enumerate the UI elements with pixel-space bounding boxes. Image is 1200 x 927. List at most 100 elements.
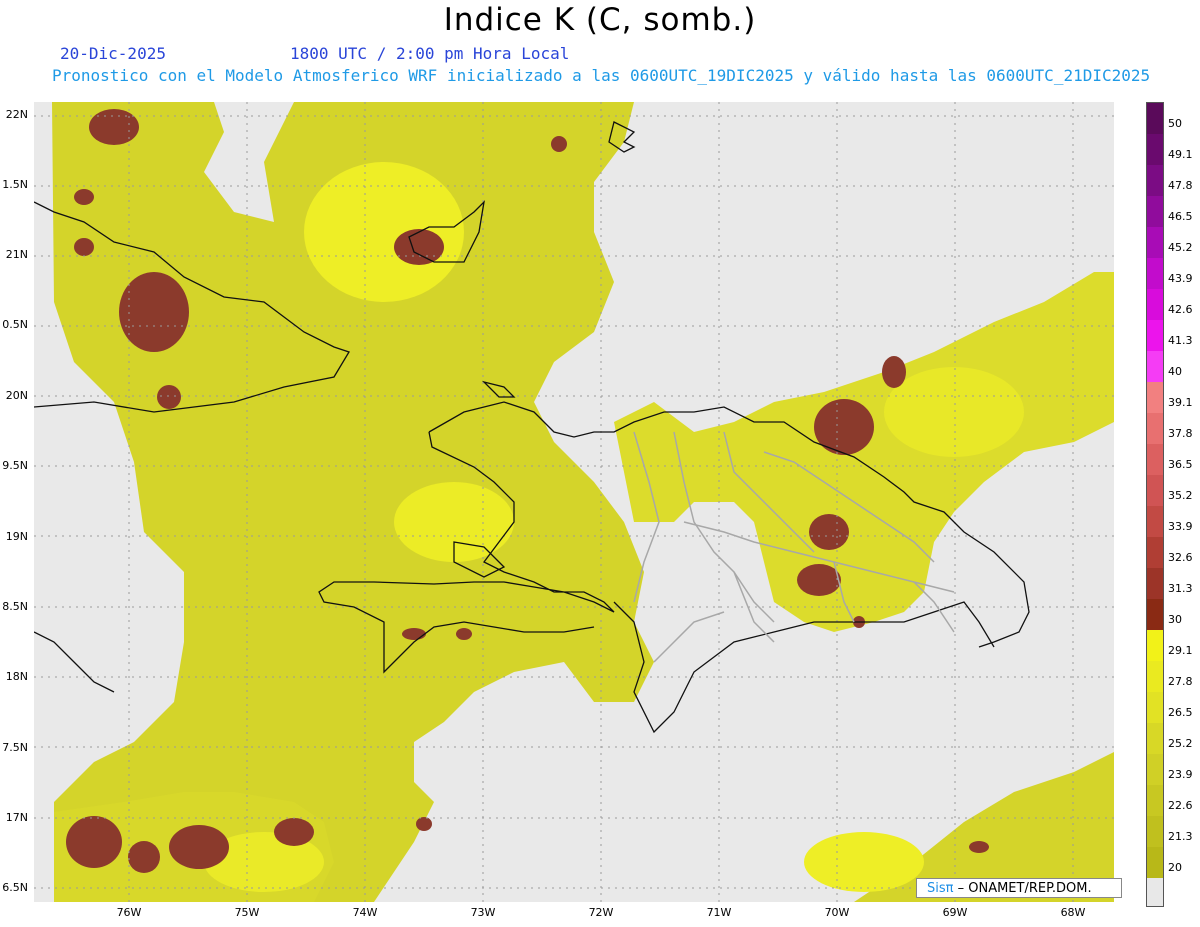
lon-label: 73W [470, 906, 496, 919]
k-index-core [74, 189, 94, 205]
colorbar-label: 36.5 [1168, 458, 1193, 471]
credit-text: – ONAMET/REP.DOM. [957, 881, 1092, 896]
colorbar-label: 39.1 [1168, 396, 1193, 409]
colorbar-label: 29.1 [1168, 644, 1193, 657]
k-index-core [809, 514, 849, 550]
k-index-core [128, 841, 160, 873]
colorbar-segment [1147, 692, 1163, 723]
colorbar-segment [1147, 816, 1163, 847]
colorbar-label: 42.6 [1168, 303, 1193, 316]
colorbar-label: 37.8 [1168, 427, 1193, 440]
map-title: Indice K (C, somb.) [443, 2, 757, 38]
colorbar-segment [1147, 785, 1163, 816]
colorbar-label: 33.9 [1168, 520, 1193, 533]
colorbar-label: 23.9 [1168, 768, 1193, 781]
colorbar-label: 40 [1168, 365, 1182, 378]
lon-label: 75W [234, 906, 260, 919]
lat-label: 22N [5, 108, 28, 121]
colorbar-segment [1147, 444, 1163, 475]
k-index-field-center [614, 272, 1114, 632]
colorbar-label: 25.2 [1168, 737, 1193, 750]
lat-label: 8.5N [2, 600, 28, 613]
lon-label: 68W [1060, 906, 1086, 919]
colorbar-label: 31.3 [1168, 582, 1193, 595]
k-index-core [274, 818, 314, 846]
k-index-core [416, 817, 432, 831]
colorbar-segment [1147, 599, 1163, 630]
colorbar-segment [1147, 568, 1163, 599]
colorbar-segment [1147, 506, 1163, 537]
k-index-core [551, 136, 567, 152]
lon-label: 74W [352, 906, 378, 919]
colorbar-label: 50 [1168, 117, 1182, 130]
colorbar-segment [1147, 475, 1163, 506]
k-index-core [74, 238, 94, 256]
colorbar-label: 46.5 [1168, 210, 1193, 223]
colorbar-segment [1147, 382, 1163, 413]
k-index-core [402, 628, 426, 640]
colorbar-segment [1147, 165, 1163, 196]
colorbar-label: 35.2 [1168, 489, 1193, 502]
colorbar-label: 30 [1168, 613, 1182, 626]
forecast-date: 20-Dic-2025 [60, 44, 166, 63]
k-index-core [969, 841, 989, 853]
lat-label: 9.5N [2, 459, 28, 472]
lon-label: 70W [824, 906, 850, 919]
credit-box: Sisπ – ONAMET/REP.DOM. [916, 878, 1122, 898]
lat-label: 1.5N [2, 178, 28, 191]
k-index-core [89, 109, 139, 145]
colorbar-label: 26.5 [1168, 706, 1193, 719]
lat-label: 18N [5, 670, 28, 683]
map-panel [34, 102, 1114, 902]
k-index-core [456, 628, 472, 640]
lat-label: 6.5N [2, 881, 28, 894]
colorbar [1146, 102, 1164, 907]
colorbar-label: 43.9 [1168, 272, 1193, 285]
colorbar-segment [1147, 196, 1163, 227]
colorbar-label: 32.6 [1168, 551, 1193, 564]
colorbar-segment [1147, 258, 1163, 289]
colorbar-segment [1147, 537, 1163, 568]
k-index-map [34, 102, 1114, 902]
colorbar-segment [1147, 351, 1163, 382]
lat-label: 20N [5, 389, 28, 402]
k-index-core [169, 825, 229, 869]
k-index-core [394, 229, 444, 265]
lat-label: 7.5N [2, 741, 28, 754]
k-index-bright-patch [884, 367, 1024, 457]
lat-label: 17N [5, 811, 28, 824]
k-index-core [157, 385, 181, 409]
colorbar-segment [1147, 413, 1163, 444]
colorbar-segment [1147, 289, 1163, 320]
k-index-core [66, 816, 122, 868]
coastline-jamaica [34, 631, 115, 693]
colorbar-label: 27.8 [1168, 675, 1193, 688]
lon-label: 72W [588, 906, 614, 919]
lon-label: 76W [116, 906, 142, 919]
colorbar-segment [1147, 754, 1163, 785]
colorbar-label: 49.1 [1168, 148, 1193, 161]
k-index-bright-patch [804, 832, 924, 892]
colorbar-label: 41.3 [1168, 334, 1193, 347]
k-index-core [814, 399, 874, 455]
colorbar-segment [1147, 847, 1163, 878]
colorbar-label: 20 [1168, 861, 1182, 874]
k-index-bright-patch [304, 162, 464, 302]
colorbar-segment [1147, 630, 1163, 661]
lat-label: 21N [5, 248, 28, 261]
colorbar-label: 47.8 [1168, 179, 1193, 192]
colorbar-segment [1147, 134, 1163, 165]
colorbar-segment [1147, 227, 1163, 258]
colorbar-segment [1147, 661, 1163, 692]
lon-label: 71W [706, 906, 732, 919]
colorbar-segment [1147, 723, 1163, 754]
colorbar-label: 45.2 [1168, 241, 1193, 254]
lat-label: 19N [5, 530, 28, 543]
colorbar-segment-below [1147, 878, 1163, 906]
colorbar-segment [1147, 320, 1163, 351]
lat-label: 0.5N [2, 318, 28, 331]
k-index-core [797, 564, 841, 596]
colorbar-segment [1147, 103, 1163, 134]
colorbar-label: 22.6 [1168, 799, 1193, 812]
lon-label: 69W [942, 906, 968, 919]
